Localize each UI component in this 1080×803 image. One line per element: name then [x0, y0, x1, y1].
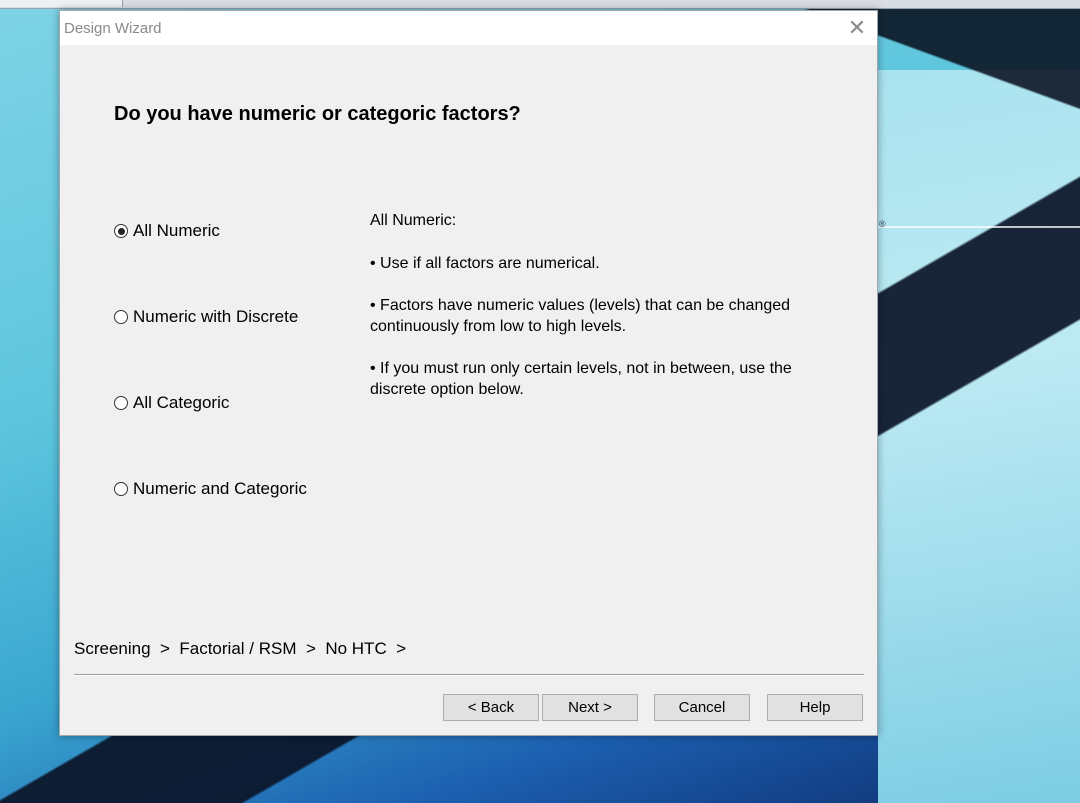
- breadcrumb: Screening > Factorial / RSM > No HTC >: [74, 639, 407, 658]
- close-button[interactable]: ✕: [845, 15, 869, 40]
- radio-label: All Numeric: [133, 221, 220, 240]
- radio-selected-icon: [114, 224, 128, 238]
- desktop-highlight-line: [878, 226, 1080, 228]
- radio-label: Numeric with Discrete: [133, 307, 299, 326]
- close-icon: ✕: [847, 15, 867, 40]
- background-window-edge: [0, 0, 1080, 9]
- help-button[interactable]: Help: [767, 694, 863, 721]
- background-tab: [0, 0, 123, 7]
- description-bullet: • Factors have numeric values (levels) t…: [370, 297, 791, 335]
- description-title: All Numeric:: [370, 212, 457, 229]
- window-title: Design Wizard: [64, 20, 162, 37]
- radio-unselected-icon: [114, 310, 128, 324]
- description-bullet: • Use if all factors are numerical.: [370, 255, 600, 272]
- radio-unselected-icon: [114, 396, 128, 410]
- divider: [74, 674, 864, 676]
- radio-numeric-with-discrete[interactable]: Numeric with Discrete: [114, 307, 298, 327]
- radio-numeric-and-categoric[interactable]: Numeric and Categoric: [114, 479, 307, 499]
- desktop-artifact: ®: [879, 219, 886, 229]
- radio-label: Numeric and Categoric: [133, 479, 307, 498]
- radio-all-numeric[interactable]: All Numeric: [114, 221, 220, 241]
- next-button[interactable]: Next >: [542, 694, 638, 721]
- cancel-button[interactable]: Cancel: [654, 694, 750, 721]
- design-wizard-dialog: Design Wizard ✕ Do you have numeric or c…: [59, 10, 878, 736]
- title-bar: Design Wizard ✕: [60, 11, 877, 45]
- page-title: Do you have numeric or categoric factors…: [114, 103, 521, 125]
- radio-unselected-icon: [114, 482, 128, 496]
- back-button[interactable]: < Back: [443, 694, 539, 721]
- description-bullet: • If you must run only certain levels, n…: [370, 360, 792, 398]
- radio-label: All Categoric: [133, 393, 230, 412]
- radio-all-categoric[interactable]: All Categoric: [114, 393, 229, 413]
